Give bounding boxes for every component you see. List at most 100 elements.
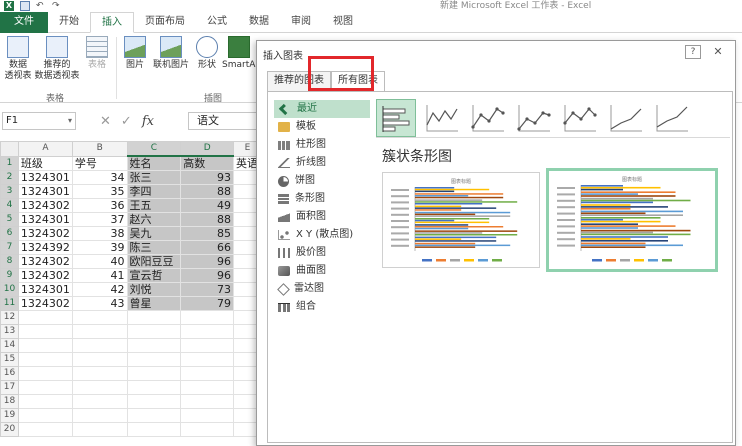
- table-cell[interactable]: 曾星: [126, 296, 182, 311]
- table-cell[interactable]: 1324302: [17, 268, 73, 283]
- undo-icon[interactable]: ↶: [36, 1, 46, 11]
- table-cell[interactable]: 43: [71, 296, 128, 311]
- table-cell[interactable]: [17, 324, 73, 339]
- table-cell[interactable]: 1324302: [17, 296, 73, 311]
- row-header[interactable]: 3: [0, 184, 19, 199]
- row-header[interactable]: 1: [0, 155, 19, 171]
- table-cell[interactable]: 宣云哲: [126, 268, 182, 283]
- help-button[interactable]: ?: [685, 45, 701, 59]
- table-cell[interactable]: 1324301: [17, 212, 73, 227]
- table-cell[interactable]: 学号: [71, 155, 128, 171]
- enter-icon[interactable]: ✓: [121, 114, 132, 129]
- chart-category-item[interactable]: 雷达图: [274, 280, 370, 298]
- chart-preview-2[interactable]: 图表标题: [546, 168, 718, 272]
- chart-category-item[interactable]: 模板: [274, 118, 370, 136]
- table-cell[interactable]: [180, 352, 235, 367]
- row-header[interactable]: 5: [0, 212, 19, 227]
- table-cell[interactable]: 34: [71, 170, 128, 185]
- chart-category-item[interactable]: 折线图: [274, 154, 370, 172]
- row-header[interactable]: 2: [0, 170, 19, 185]
- table-cell[interactable]: [180, 324, 235, 339]
- table-cell[interactable]: 吴九: [126, 226, 182, 241]
- table-cell[interactable]: [71, 394, 128, 409]
- row-header[interactable]: 4: [0, 198, 19, 213]
- row-header[interactable]: 17: [0, 380, 19, 395]
- table-cell[interactable]: 1324301: [17, 170, 73, 185]
- ribbon-tab[interactable]: 数据: [238, 12, 280, 33]
- table-cell[interactable]: 93: [180, 170, 235, 185]
- chart-category-item[interactable]: 面积图: [274, 208, 370, 226]
- row-header[interactable]: 16: [0, 366, 19, 381]
- table-cell[interactable]: [126, 380, 182, 395]
- table-cell[interactable]: 73: [180, 282, 235, 297]
- row-header[interactable]: 11: [0, 296, 19, 311]
- table-cell[interactable]: 1324392: [17, 240, 73, 255]
- table-cell[interactable]: 1324302: [17, 198, 73, 213]
- table-cell[interactable]: 高数: [180, 155, 235, 171]
- chart-category-item[interactable]: 最近: [274, 100, 370, 118]
- table-cell[interactable]: 刘悦: [126, 282, 182, 297]
- row-header[interactable]: 14: [0, 338, 19, 353]
- ribbon-tab[interactable]: 开始: [48, 12, 90, 33]
- table-cell[interactable]: [71, 380, 128, 395]
- table-cell[interactable]: 88: [180, 212, 235, 227]
- table-cell[interactable]: [180, 394, 235, 409]
- table-cell[interactable]: [126, 408, 182, 423]
- table-cell[interactable]: [126, 310, 182, 325]
- insert-function-icon[interactable]: fx: [142, 114, 154, 129]
- table-cell[interactable]: [71, 338, 128, 353]
- chevron-down-icon[interactable]: ▾: [68, 113, 72, 129]
- table-cell[interactable]: 1324302: [17, 254, 73, 269]
- table-cell[interactable]: [17, 310, 73, 325]
- row-header[interactable]: 6: [0, 226, 19, 241]
- table-cell[interactable]: 姓名: [126, 155, 182, 171]
- chart-subtype-button[interactable]: [652, 99, 692, 137]
- column-header[interactable]: A: [17, 141, 73, 157]
- table-cell[interactable]: [126, 338, 182, 353]
- recommended-pivot-button[interactable]: 推荐的 数据透视表: [34, 36, 80, 82]
- table-cell[interactable]: 张三: [126, 170, 182, 185]
- cancel-icon[interactable]: ✕: [100, 114, 111, 129]
- chart-category-item[interactable]: 柱形图: [274, 136, 370, 154]
- save-icon[interactable]: [20, 1, 30, 11]
- redo-icon[interactable]: ↷: [52, 1, 62, 11]
- row-header[interactable]: 9: [0, 268, 19, 283]
- table-cell[interactable]: 陈三: [126, 240, 182, 255]
- table-cell[interactable]: 班级: [17, 155, 73, 171]
- online-pictures-button[interactable]: 联机图片: [150, 36, 192, 71]
- chart-category-item[interactable]: 曲面图: [274, 262, 370, 280]
- table-cell[interactable]: 李四: [126, 184, 182, 199]
- table-cell[interactable]: 35: [71, 184, 128, 199]
- ribbon-tab[interactable]: 视图: [322, 12, 364, 33]
- table-cell[interactable]: 88: [180, 184, 235, 199]
- chart-category-item[interactable]: 饼图: [274, 172, 370, 190]
- chart-category-item[interactable]: X Y (散点图): [274, 226, 370, 244]
- chart-category-item[interactable]: 股价图: [274, 244, 370, 262]
- table-cell[interactable]: 49: [180, 198, 235, 213]
- table-cell[interactable]: 1324302: [17, 226, 73, 241]
- table-cell[interactable]: [180, 310, 235, 325]
- worksheet-table[interactable]: ABCDE 1 班级 学号 姓名 高数 英语 2 1324301 34 张三 93 3 1324301 3…: [0, 141, 262, 437]
- chart-category-item[interactable]: 组合: [274, 298, 370, 316]
- pictures-button[interactable]: 图片: [122, 36, 148, 71]
- table-cell[interactable]: 39: [71, 240, 128, 255]
- table-cell[interactable]: 36: [71, 198, 128, 213]
- column-header[interactable]: B: [71, 141, 128, 157]
- table-cell[interactable]: [180, 380, 235, 395]
- table-cell[interactable]: [71, 366, 128, 381]
- select-all-corner[interactable]: [0, 141, 19, 157]
- chart-subtype-button[interactable]: [468, 99, 508, 137]
- chart-subtype-button[interactable]: [606, 99, 646, 137]
- row-header[interactable]: 12: [0, 310, 19, 325]
- table-cell[interactable]: 40: [71, 254, 128, 269]
- table-cell[interactable]: [126, 324, 182, 339]
- chart-category-item[interactable]: 条形图: [274, 190, 370, 208]
- table-cell[interactable]: 1324301: [17, 184, 73, 199]
- table-cell[interactable]: [180, 366, 235, 381]
- row-header[interactable]: 10: [0, 282, 19, 297]
- ribbon-tab[interactable]: 插入: [90, 12, 134, 33]
- table-button[interactable]: 表格: [84, 36, 110, 71]
- chart-subtype-button[interactable]: [514, 99, 554, 137]
- table-cell[interactable]: 66: [180, 240, 235, 255]
- table-cell[interactable]: 1324301: [17, 282, 73, 297]
